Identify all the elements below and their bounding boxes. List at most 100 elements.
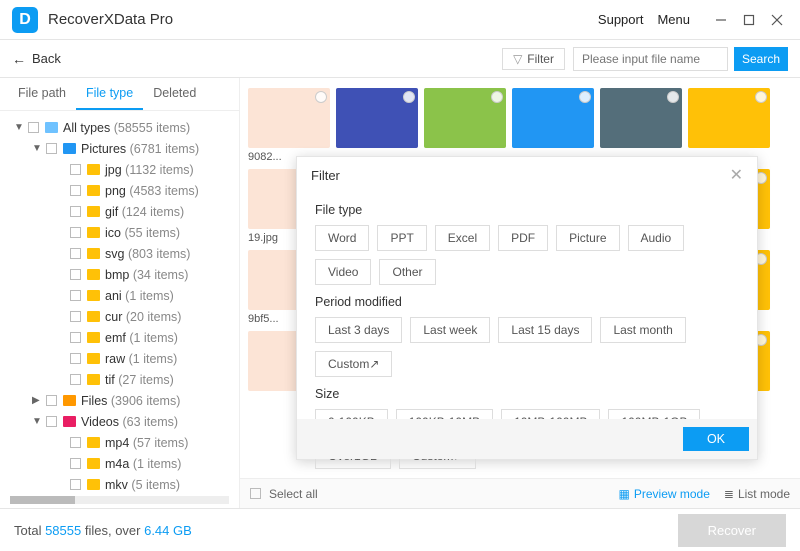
thumbnail[interactable] <box>512 88 594 163</box>
tab-file-type[interactable]: File type <box>76 78 143 110</box>
checkbox[interactable] <box>70 206 81 217</box>
file-type-chip[interactable]: Picture <box>556 225 619 251</box>
thumb-checkbox[interactable] <box>315 91 327 103</box>
support-link[interactable]: Support <box>598 12 644 27</box>
tree-row-files[interactable]: ▶Files (3906 items) <box>4 390 235 411</box>
tree-row-all[interactable]: ▼All types (58555 items) <box>4 117 235 138</box>
file-type-chip[interactable]: PDF <box>498 225 548 251</box>
ok-button[interactable]: OK <box>683 427 749 451</box>
folder-icon <box>87 353 100 364</box>
thumbnail[interactable] <box>600 88 682 163</box>
modal-close-icon[interactable]: ✕ <box>730 165 743 185</box>
status-bar: Total 58555 files, over 6.44 GB Recover <box>0 508 800 551</box>
checkbox[interactable] <box>70 248 81 259</box>
thumbnail[interactable] <box>688 88 770 163</box>
sidebar: File path File type Deleted ▼All types (… <box>0 78 240 508</box>
tree-row-emf[interactable]: ·emf (1 items) <box>4 327 235 348</box>
folder-icon <box>87 206 100 217</box>
chevron-down-icon[interactable]: ▼ <box>32 416 42 427</box>
tree-row-svg[interactable]: ·svg (803 items) <box>4 243 235 264</box>
file-type-chip[interactable]: Video <box>315 259 371 285</box>
maximize-icon[interactable] <box>738 9 760 31</box>
checkbox[interactable] <box>70 479 81 490</box>
checkbox[interactable] <box>46 143 57 154</box>
checkbox[interactable] <box>28 122 39 133</box>
section-period: Period modified <box>315 295 739 309</box>
period-chip[interactable]: Last 3 days <box>315 317 402 343</box>
app-logo: D <box>12 7 38 33</box>
tree-row-ico[interactable]: ·ico (55 items) <box>4 222 235 243</box>
horizontal-scrollbar[interactable] <box>10 496 229 504</box>
arrow-left-icon: ← <box>12 51 26 67</box>
tree-row-tif[interactable]: ·tif (27 items) <box>4 369 235 390</box>
tree-row-ani[interactable]: ·ani (1 items) <box>4 285 235 306</box>
close-icon[interactable] <box>766 9 788 31</box>
folder-icon <box>63 143 76 154</box>
filter-button[interactable]: ▽ Filter <box>502 48 565 70</box>
status-text: Total 58555 files, over 6.44 GB <box>14 523 192 538</box>
search-button[interactable]: Search <box>734 47 788 71</box>
tab-deleted[interactable]: Deleted <box>143 78 206 110</box>
checkbox[interactable] <box>70 290 81 301</box>
thumb-checkbox[interactable] <box>667 91 679 103</box>
thumbnail[interactable]: 9082... <box>248 88 330 163</box>
tree-row-mp4[interactable]: ·mp4 (57 items) <box>4 432 235 453</box>
tree-row-bmp[interactable]: ·bmp (34 items) <box>4 264 235 285</box>
toolbar: ← Back ▽ Filter Search <box>0 40 800 78</box>
thumbnail[interactable] <box>424 88 506 163</box>
checkbox[interactable] <box>70 311 81 322</box>
tree-row-gif[interactable]: ·gif (124 items) <box>4 201 235 222</box>
chevron-right-icon[interactable]: ▶ <box>32 395 42 406</box>
file-type-chip[interactable]: PPT <box>377 225 426 251</box>
tree-row-videos[interactable]: ▼Videos (63 items) <box>4 411 235 432</box>
tree-row-mkv[interactable]: ·mkv (5 items) <box>4 474 235 492</box>
search-input[interactable] <box>573 47 728 71</box>
period-chip[interactable]: Last week <box>410 317 490 343</box>
tree-row-raw[interactable]: ·raw (1 items) <box>4 348 235 369</box>
checkbox[interactable] <box>70 437 81 448</box>
folder-icon <box>87 479 100 490</box>
recover-button[interactable]: Recover <box>678 514 786 547</box>
minimize-icon[interactable] <box>710 9 732 31</box>
thumb-checkbox[interactable] <box>579 91 591 103</box>
period-chip[interactable]: Last 15 days <box>498 317 592 343</box>
file-type-chip[interactable]: Audio <box>628 225 685 251</box>
checkbox[interactable] <box>70 458 81 469</box>
chevron-down-icon[interactable]: ▼ <box>32 143 42 154</box>
menu-link[interactable]: Menu <box>657 12 690 27</box>
file-type-chip[interactable]: Excel <box>435 225 490 251</box>
tree-row-jpg[interactable]: ·jpg (1132 items) <box>4 159 235 180</box>
folder-icon <box>63 416 76 427</box>
checkbox[interactable] <box>70 353 81 364</box>
scrollbar-thumb[interactable] <box>10 496 75 504</box>
file-type-chip[interactable]: Other <box>379 259 435 285</box>
thumb-checkbox[interactable] <box>403 91 415 103</box>
tree-row-pictures[interactable]: ▼Pictures (6781 items) <box>4 138 235 159</box>
folder-icon <box>87 164 100 175</box>
checkbox[interactable] <box>70 164 81 175</box>
folder-icon <box>87 437 100 448</box>
tab-file-path[interactable]: File path <box>8 78 76 110</box>
file-type-chip[interactable]: Word <box>315 225 369 251</box>
section-file-type: File type <box>315 203 739 217</box>
back-button[interactable]: ← Back <box>12 51 61 67</box>
thumbnail[interactable] <box>336 88 418 163</box>
folder-icon <box>87 374 100 385</box>
thumb-checkbox[interactable] <box>491 91 503 103</box>
checkbox[interactable] <box>70 374 81 385</box>
checkbox[interactable] <box>70 227 81 238</box>
chevron-down-icon[interactable]: ▼ <box>14 122 24 133</box>
tree-row-png[interactable]: ·png (4583 items) <box>4 180 235 201</box>
checkbox[interactable] <box>46 395 57 406</box>
tree-row-m4a[interactable]: ·m4a (1 items) <box>4 453 235 474</box>
select-all-checkbox[interactable] <box>250 488 261 499</box>
thumb-checkbox[interactable] <box>755 91 767 103</box>
tree-row-cur[interactable]: ·cur (20 items) <box>4 306 235 327</box>
file-tree[interactable]: ▼All types (58555 items) ▼Pictures (6781… <box>0 111 239 492</box>
checkbox[interactable] <box>70 332 81 343</box>
period-chip[interactable]: Last month <box>600 317 685 343</box>
checkbox[interactable] <box>46 416 57 427</box>
checkbox[interactable] <box>70 269 81 280</box>
checkbox[interactable] <box>70 185 81 196</box>
period-chip[interactable]: Custom↗ <box>315 351 392 377</box>
